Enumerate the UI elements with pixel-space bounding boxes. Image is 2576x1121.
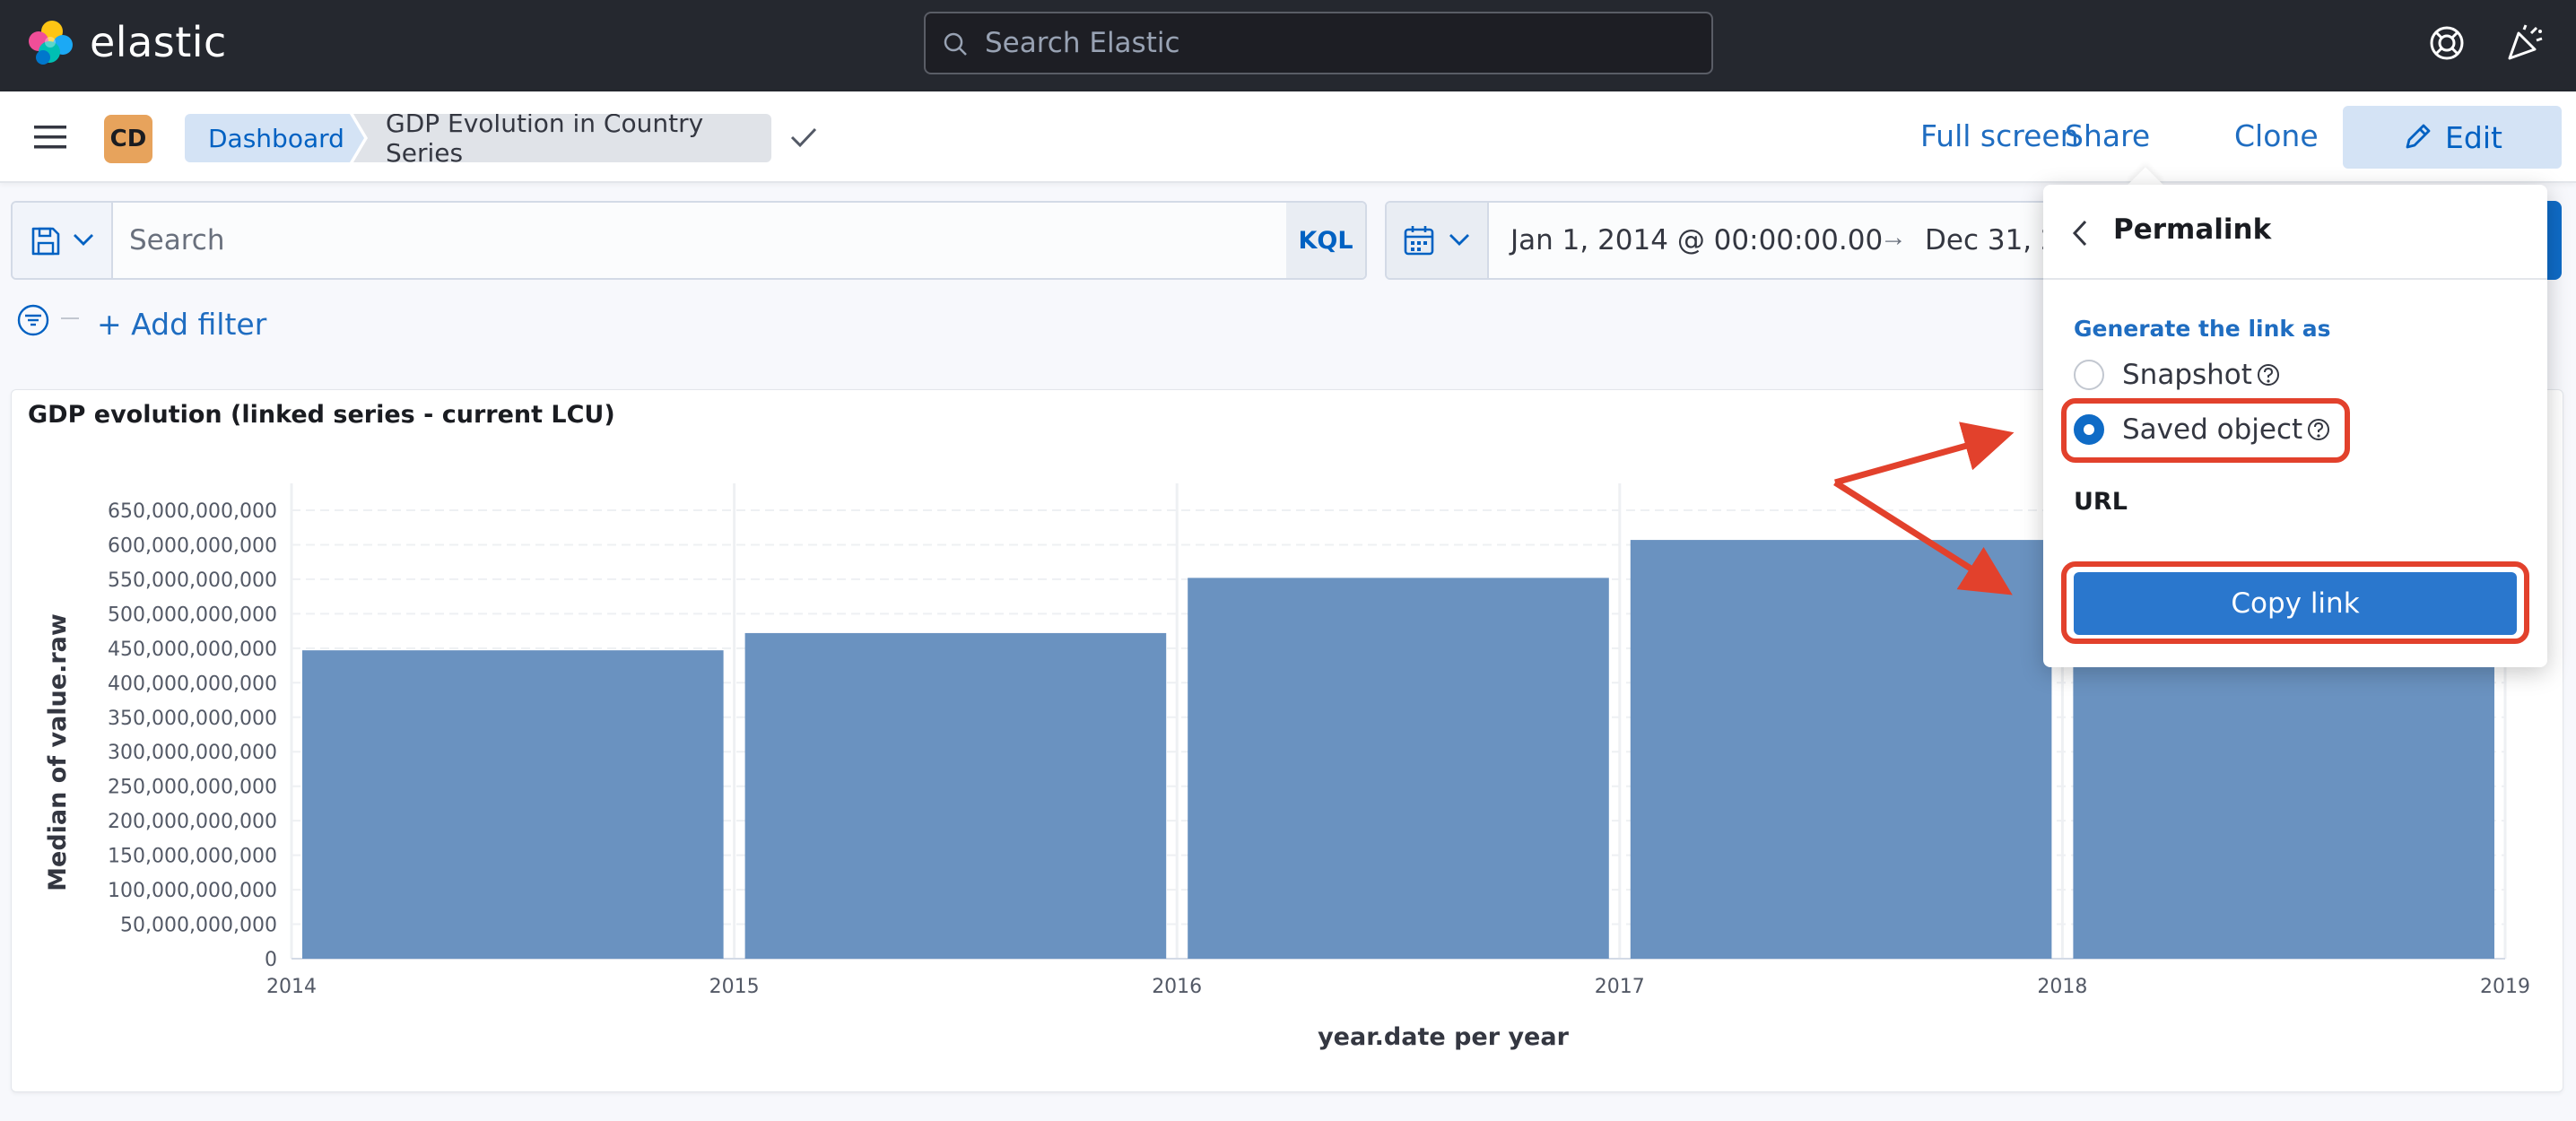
snapshot-option[interactable]: Snapshot	[2074, 357, 2281, 393]
hamburger-menu-icon[interactable]	[34, 124, 66, 151]
save-icon	[31, 227, 60, 256]
query-search-input[interactable]	[129, 203, 1295, 278]
y-tick-label: 50,000,000,000	[120, 915, 277, 937]
y-tick-label: 300,000,000,000	[108, 742, 277, 764]
breadcrumb-current-dashboard: GDP Evolution in Country Series	[353, 114, 771, 162]
filter-divider	[61, 317, 79, 319]
breadcrumb-dashboard[interactable]: Dashboard	[185, 114, 364, 162]
pencil-icon	[2406, 124, 2431, 149]
filter-icon[interactable]	[16, 303, 50, 337]
bar-2014	[302, 650, 724, 959]
quick-date-menu[interactable]	[1387, 203, 1489, 278]
share-link[interactable]: Share	[2065, 118, 2150, 153]
search-icon	[944, 32, 967, 56]
y-tick-label: 0	[265, 949, 277, 971]
clone-link[interactable]: Clone	[2234, 118, 2319, 153]
generate-link-label: Generate the link as	[2074, 316, 2331, 342]
chevron-down-icon	[1449, 234, 1469, 246]
edit-button-label: Edit	[2445, 119, 2502, 155]
snapshot-label: Snapshot	[2122, 359, 2252, 391]
add-filter-button[interactable]: + Add filter	[97, 307, 266, 342]
y-axis-title: Median of value.raw	[44, 613, 72, 891]
brand-name[interactable]: elastic	[90, 18, 227, 66]
whats-new-icon[interactable]	[2504, 22, 2546, 64]
y-tick-label: 150,000,000,000	[108, 846, 277, 868]
bar-2017	[1630, 540, 2052, 959]
date-arrow: →	[1880, 222, 1907, 252]
y-tick-label: 400,000,000,000	[108, 673, 277, 695]
saved-query-menu[interactable]	[13, 203, 113, 278]
y-tick-label: 550,000,000,000	[108, 569, 277, 592]
full-screen-link[interactable]: Full screen	[1920, 118, 2079, 153]
snapshot-radio[interactable]	[2074, 360, 2104, 390]
x-tick-label: 2018	[2037, 976, 2087, 998]
y-tick-label: 250,000,000,000	[108, 777, 277, 799]
edit-button[interactable]: Edit	[2343, 106, 2562, 169]
popover-title: Permalink	[2113, 213, 2272, 246]
calendar-icon	[1404, 226, 1434, 256]
x-tick-label: 2019	[2480, 976, 2530, 998]
y-tick-label: 350,000,000,000	[108, 708, 277, 730]
saved-object-highlight	[2061, 398, 2350, 463]
y-tick-label: 650,000,000,000	[108, 500, 277, 523]
x-tick-label: 2015	[709, 976, 760, 998]
x-tick-label: 2016	[1152, 976, 1202, 998]
x-tick-label: 2014	[266, 976, 317, 998]
popover-divider	[2043, 278, 2547, 280]
date-end[interactable]: Dec 31, 2	[1925, 224, 2047, 256]
bar-2016	[1188, 578, 1609, 959]
app-navbar: CD Dashboard GDP Evolution in Country Se…	[0, 91, 2576, 183]
elastic-logo-icon[interactable]	[25, 18, 75, 68]
x-axis-title: year.date per year	[1318, 1023, 1570, 1051]
chevron-left-icon[interactable]	[2070, 219, 2090, 248]
query-bar: KQL	[11, 201, 1367, 280]
question-circle-icon[interactable]	[2256, 362, 2281, 387]
y-tick-label: 200,000,000,000	[108, 811, 277, 833]
date-start[interactable]: Jan 1, 2014 @ 00:00:00.00	[1510, 224, 1883, 256]
query-language-button[interactable]: KQL	[1286, 203, 1365, 278]
y-tick-label: 450,000,000,000	[108, 639, 277, 661]
bar-2015	[744, 632, 1167, 959]
y-tick-label: 500,000,000,000	[108, 604, 277, 626]
space-avatar[interactable]: CD	[104, 115, 152, 163]
chevron-down-icon	[74, 234, 93, 246]
help-icon[interactable]	[2426, 22, 2467, 64]
date-picker: Jan 1, 2014 @ 00:00:00.00 → Dec 31, 2	[1385, 201, 2049, 280]
copy-link-highlight	[2061, 561, 2529, 644]
global-search-input[interactable]	[985, 13, 1693, 73]
y-tick-label: 100,000,000,000	[108, 880, 277, 902]
url-label: URL	[2074, 488, 2128, 516]
x-tick-label: 2017	[1595, 976, 1645, 998]
chevron-check-icon[interactable]	[789, 126, 818, 151]
global-header: elastic	[0, 0, 2576, 91]
global-search-box[interactable]	[924, 12, 1713, 74]
y-tick-label: 600,000,000,000	[108, 534, 277, 557]
